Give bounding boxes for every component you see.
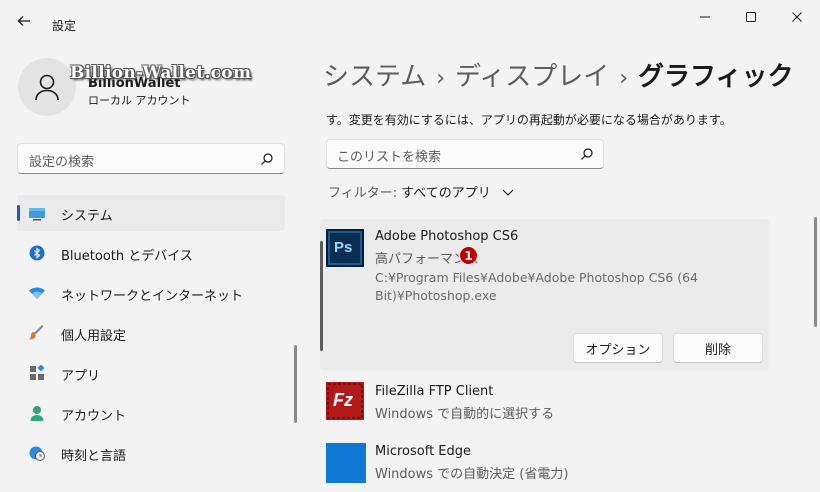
filter-label: フィルター: bbox=[328, 186, 398, 201]
page-description: す。変更を有効にするには、アプリの再起動が必要になる場合があります。 bbox=[326, 113, 732, 127]
sidebar-item-label: ネットワークとインターネット bbox=[61, 289, 244, 304]
app-name: Microsoft Edge bbox=[375, 444, 472, 459]
person-icon bbox=[28, 404, 46, 422]
remove-button[interactable]: 削除 bbox=[673, 333, 763, 363]
monitor-icon bbox=[28, 204, 46, 222]
sidebar-item-system[interactable]: システム bbox=[17, 195, 285, 231]
sidebar-item-personalization[interactable]: 個人用設定 bbox=[17, 315, 285, 351]
wifi-icon bbox=[28, 284, 46, 302]
close-button[interactable] bbox=[774, 0, 820, 34]
account-type: ローカル アカウント bbox=[88, 94, 191, 107]
app-row-edge[interactable]: Microsoft Edge Windows での自動決定 (省電力) bbox=[320, 437, 769, 489]
settings-search-placeholder: 設定の検索 bbox=[29, 155, 95, 170]
close-icon bbox=[792, 12, 802, 22]
edge-icon bbox=[326, 443, 366, 483]
photoshop-icon: Ps bbox=[326, 229, 364, 267]
filezilla-icon-text: Fz bbox=[333, 390, 353, 410]
minimize-button[interactable] bbox=[682, 0, 728, 34]
sidebar-scrollbar[interactable] bbox=[294, 345, 297, 423]
filter-dropdown[interactable]: フィルター: すべてのアプリ bbox=[328, 182, 515, 201]
sidebar-item-label: 個人用設定 bbox=[61, 329, 127, 344]
search-icon bbox=[261, 153, 273, 165]
options-button[interactable]: オプション bbox=[573, 333, 663, 363]
sidebar-item-label: Bluetooth とデバイス bbox=[61, 249, 193, 264]
app-name: Adobe Photoshop CS6 bbox=[375, 229, 519, 244]
breadcrumb-system[interactable]: システム bbox=[323, 62, 426, 92]
photoshop-icon-text: Ps bbox=[334, 239, 353, 256]
breadcrumb-display[interactable]: ディスプレイ bbox=[455, 62, 609, 92]
brush-icon bbox=[28, 324, 46, 342]
search-icon bbox=[581, 148, 593, 160]
globe-clock-icon bbox=[28, 444, 46, 462]
filter-value: すべてのアプリ bbox=[401, 186, 491, 201]
app-row-filezilla[interactable]: Fz FileZilla FTP Client Windows で自動的に選択す… bbox=[320, 377, 769, 429]
sidebar-item-label: アプリ bbox=[61, 369, 101, 384]
avatar[interactable] bbox=[18, 58, 76, 116]
breadcrumb: システム › ディスプレイ › グラフィック bbox=[323, 56, 794, 93]
app-name: FileZilla FTP Client bbox=[375, 384, 494, 399]
breadcrumb-separator: › bbox=[436, 66, 446, 91]
app-path: C:¥Program Files¥Adobe¥Adobe Photoshop C… bbox=[375, 270, 699, 303]
back-arrow-icon bbox=[17, 16, 30, 26]
back-button[interactable] bbox=[8, 8, 40, 34]
bluetooth-icon bbox=[28, 244, 46, 262]
sidebar-item-accounts[interactable]: アカウント bbox=[17, 395, 285, 431]
breadcrumb-separator: › bbox=[619, 66, 629, 91]
maximize-icon bbox=[746, 12, 756, 22]
page-title: グラフィック bbox=[638, 62, 794, 92]
nav-list: システム Bluetooth とデバイス ネットワークとインターネット 個人用設… bbox=[17, 195, 285, 475]
selection-indicator bbox=[320, 241, 323, 351]
maximize-button[interactable] bbox=[728, 0, 774, 34]
sidebar: BillionWallet Billion-Wallet.com ローカル アカ… bbox=[0, 40, 300, 492]
person-icon bbox=[35, 74, 59, 101]
sidebar-item-apps[interactable]: アプリ bbox=[17, 355, 285, 391]
minimize-icon bbox=[700, 16, 710, 18]
chevron-down-icon bbox=[502, 189, 514, 196]
callout-badge: 1 bbox=[459, 246, 478, 265]
filezilla-icon: Fz bbox=[326, 382, 364, 420]
settings-search-input[interactable]: 設定の検索 bbox=[17, 143, 285, 174]
app-list-search-input[interactable]: このリストを検索 bbox=[326, 139, 604, 169]
sidebar-item-network[interactable]: ネットワークとインターネット bbox=[17, 275, 285, 311]
app-title: 設定 bbox=[52, 19, 77, 33]
sidebar-item-time-language[interactable]: 時刻と言語 bbox=[17, 435, 285, 471]
sidebar-item-label: 時刻と言語 bbox=[61, 449, 127, 464]
main-scrollbar[interactable] bbox=[814, 217, 817, 327]
watermark: Billion-Wallet.com bbox=[70, 63, 252, 83]
app-gpu-preference: Windows での自動決定 (省電力) bbox=[375, 467, 569, 482]
app-list-search-placeholder: このリストを検索 bbox=[337, 150, 442, 165]
sidebar-item-label: システム bbox=[61, 209, 113, 224]
apps-icon bbox=[28, 364, 46, 382]
app-card-photoshop[interactable]: Ps Adobe Photoshop CS6 高パフォーマンス 1 C:¥Pro… bbox=[320, 219, 769, 370]
title-bar: 設定 bbox=[0, 0, 820, 40]
app-gpu-preference: Windows で自動的に選択する bbox=[375, 407, 555, 422]
sidebar-item-label: アカウント bbox=[61, 409, 127, 424]
active-indicator bbox=[17, 205, 20, 221]
sidebar-item-bluetooth[interactable]: Bluetooth とデバイス bbox=[17, 235, 285, 271]
